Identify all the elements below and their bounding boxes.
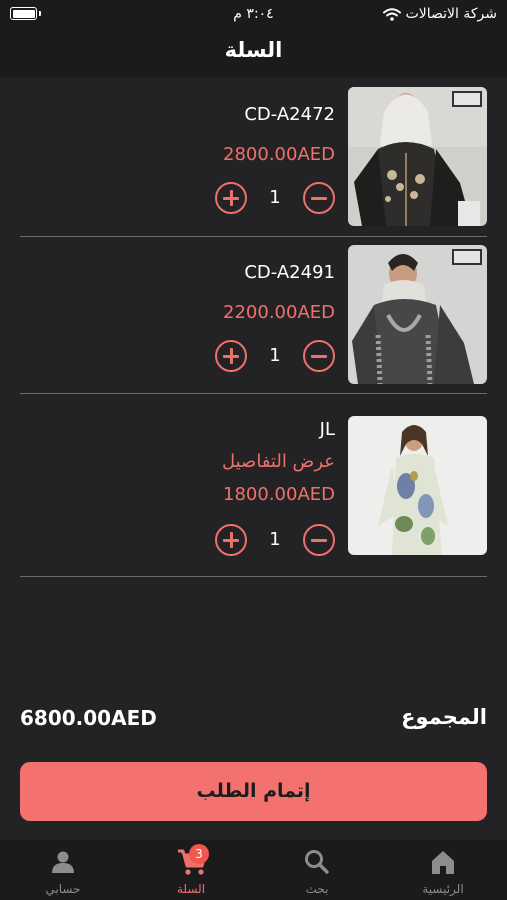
quantity-stepper: 1 <box>215 182 335 216</box>
checkout-label: إتمام الطلب <box>196 780 311 802</box>
product-name: CD-A2491 <box>244 262 335 283</box>
tab-home[interactable]: الرئيسية <box>388 840 498 900</box>
home-icon <box>432 851 454 874</box>
person-icon <box>52 851 74 873</box>
tab-search[interactable]: بحث <box>262 840 372 900</box>
search-icon <box>305 850 329 874</box>
product-price: 2800.00AED <box>223 144 335 165</box>
quantity-stepper: 1 <box>215 524 335 558</box>
product-image[interactable] <box>348 416 487 555</box>
product-image[interactable] <box>348 87 487 226</box>
quantity-value: 1 <box>269 345 281 366</box>
total-label: المجموع <box>401 705 487 729</box>
tab-home-label: الرئيسية <box>422 882 464 896</box>
view-details-link[interactable]: عرض التفاصيل <box>222 451 335 472</box>
tab-account-label: حسابي <box>45 882 81 896</box>
page-title: السلة <box>224 38 283 62</box>
quantity-value: 1 <box>269 187 281 208</box>
product-price: 2200.00AED <box>223 302 335 323</box>
tab-search-label: بحث <box>305 882 329 896</box>
cart-item: CD-A2491 2200.00AED 1 <box>20 244 487 394</box>
status-bar: ٣:٠٤ م شركة الاتصالات <box>0 0 507 30</box>
cart-item: JL عرض التفاصيل 1800.00AED 1 <box>20 401 487 577</box>
tab-bar: حسابي 3 السلة بحث الرئيسية <box>0 840 507 900</box>
page-header: السلة <box>0 30 507 77</box>
product-image[interactable] <box>348 245 487 384</box>
wifi-icon <box>382 7 401 21</box>
carrier-name: شركة الاتصالات <box>405 6 497 22</box>
cart-badge: 3 <box>189 844 209 864</box>
cart-item: CD-A2472 2800.00AED 1 <box>20 86 487 237</box>
checkout-button[interactable]: إتمام الطلب <box>20 762 487 821</box>
decrease-quantity-button[interactable] <box>303 182 335 214</box>
total-value: 6800.00AED <box>20 706 157 730</box>
increase-quantity-button[interactable] <box>215 182 247 214</box>
tab-cart[interactable]: 3 السلة <box>136 840 246 900</box>
product-name: JL <box>319 419 335 440</box>
quantity-stepper: 1 <box>215 340 335 374</box>
quantity-value: 1 <box>269 529 281 550</box>
decrease-quantity-button[interactable] <box>303 524 335 556</box>
product-name: CD-A2472 <box>244 104 335 125</box>
increase-quantity-button[interactable] <box>215 524 247 556</box>
product-price: 1800.00AED <box>223 484 335 505</box>
status-carrier-group: شركة الاتصالات <box>382 6 497 22</box>
decrease-quantity-button[interactable] <box>303 340 335 372</box>
tab-cart-label: السلة <box>176 882 206 896</box>
increase-quantity-button[interactable] <box>215 340 247 372</box>
tab-account[interactable]: حسابي <box>8 840 118 900</box>
